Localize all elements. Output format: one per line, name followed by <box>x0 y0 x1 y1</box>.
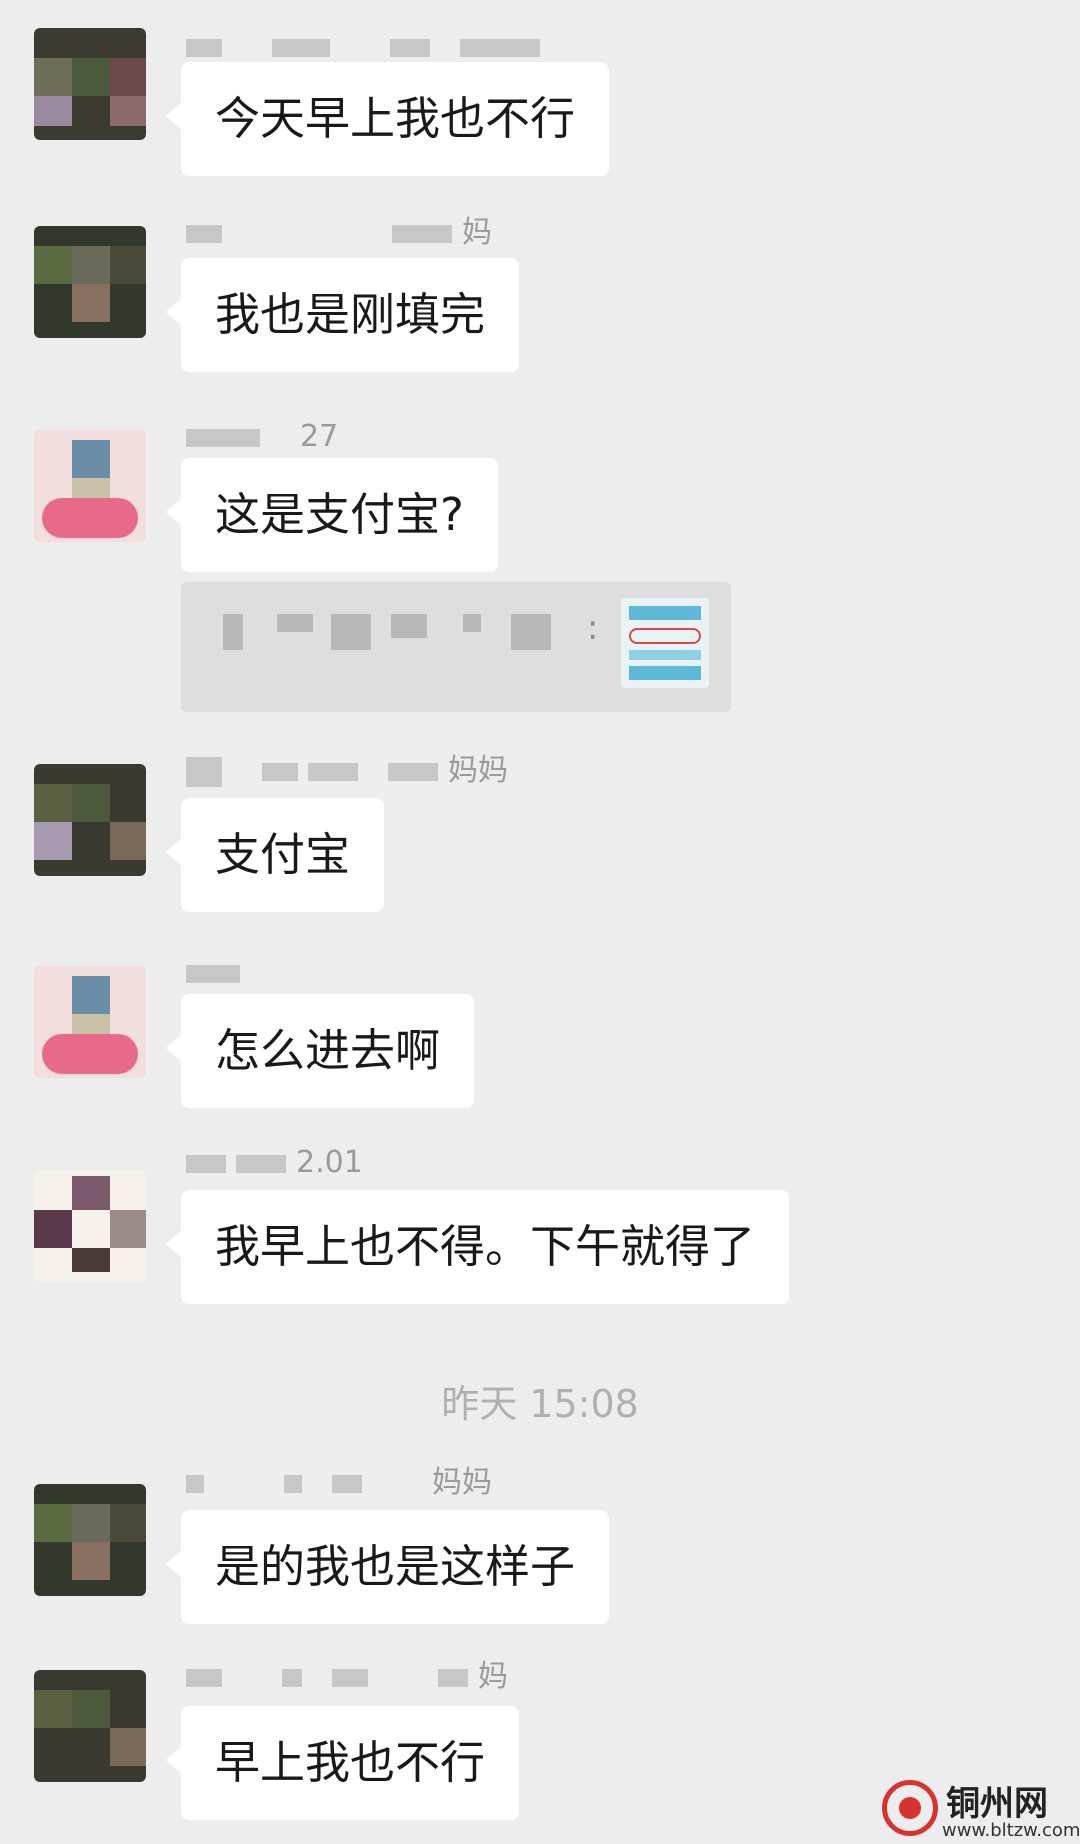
message-text: 是的我也是这样子 <box>215 1540 576 1593</box>
sender-name: 27 <box>186 420 338 454</box>
message-bubble[interactable]: 这是支付宝? <box>166 458 498 572</box>
avatar[interactable] <box>34 1170 146 1282</box>
message-text: 今天早上我也不行 <box>215 92 576 145</box>
avatar[interactable] <box>34 764 146 876</box>
message-text: 我也是刚填完 <box>215 288 486 341</box>
sender-name: 妈妈 <box>186 754 508 788</box>
sender-name: 妈 <box>186 216 492 250</box>
sender-name <box>186 956 250 990</box>
message-text: 怎么进去啊 <box>215 1024 441 1077</box>
avatar[interactable] <box>34 430 146 542</box>
avatar[interactable] <box>34 1670 146 1782</box>
quoted-message[interactable]: : <box>181 582 731 712</box>
message-text: 这是支付宝? <box>215 488 464 541</box>
sender-name: 妈妈 <box>186 1466 492 1500</box>
message-text: 支付宝 <box>215 828 351 881</box>
message-bubble[interactable]: 是的我也是这样子 <box>165 1510 610 1624</box>
quote-suffix: : <box>587 608 599 648</box>
watermark-url: www.bltzw.com <box>942 1820 1080 1841</box>
message-bubble[interactable]: 早上我也不行 <box>165 1706 520 1820</box>
image-thumbnail[interactable] <box>621 598 709 688</box>
message-bubble[interactable]: 我早上也不得。下午就得了 <box>165 1190 790 1304</box>
sender-name: 妈 <box>186 1660 508 1694</box>
message-bubble[interactable]: 今天早上我也不行 <box>165 62 610 176</box>
site-logo-icon <box>882 1780 938 1836</box>
avatar[interactable] <box>34 966 146 1078</box>
avatar[interactable] <box>34 1484 146 1596</box>
message-text: 我早上也不得。下午就得了 <box>215 1220 756 1273</box>
avatar[interactable] <box>34 226 146 338</box>
avatar[interactable] <box>34 28 146 140</box>
sender-name <box>186 30 550 64</box>
sender-name: 2.01 <box>186 1146 363 1180</box>
message-bubble[interactable]: 支付宝 <box>165 798 385 912</box>
message-bubble[interactable]: 怎么进去啊 <box>165 994 475 1108</box>
message-bubble[interactable]: 我也是刚填完 <box>165 258 520 372</box>
watermark-logo: 铜州网 www.bltzw.com <box>882 1776 1080 1844</box>
watermark-name: 铜州网 <box>946 1784 1048 1824</box>
message-text: 早上我也不行 <box>215 1736 486 1789</box>
timestamp: 昨天 15:08 <box>441 1382 639 1426</box>
